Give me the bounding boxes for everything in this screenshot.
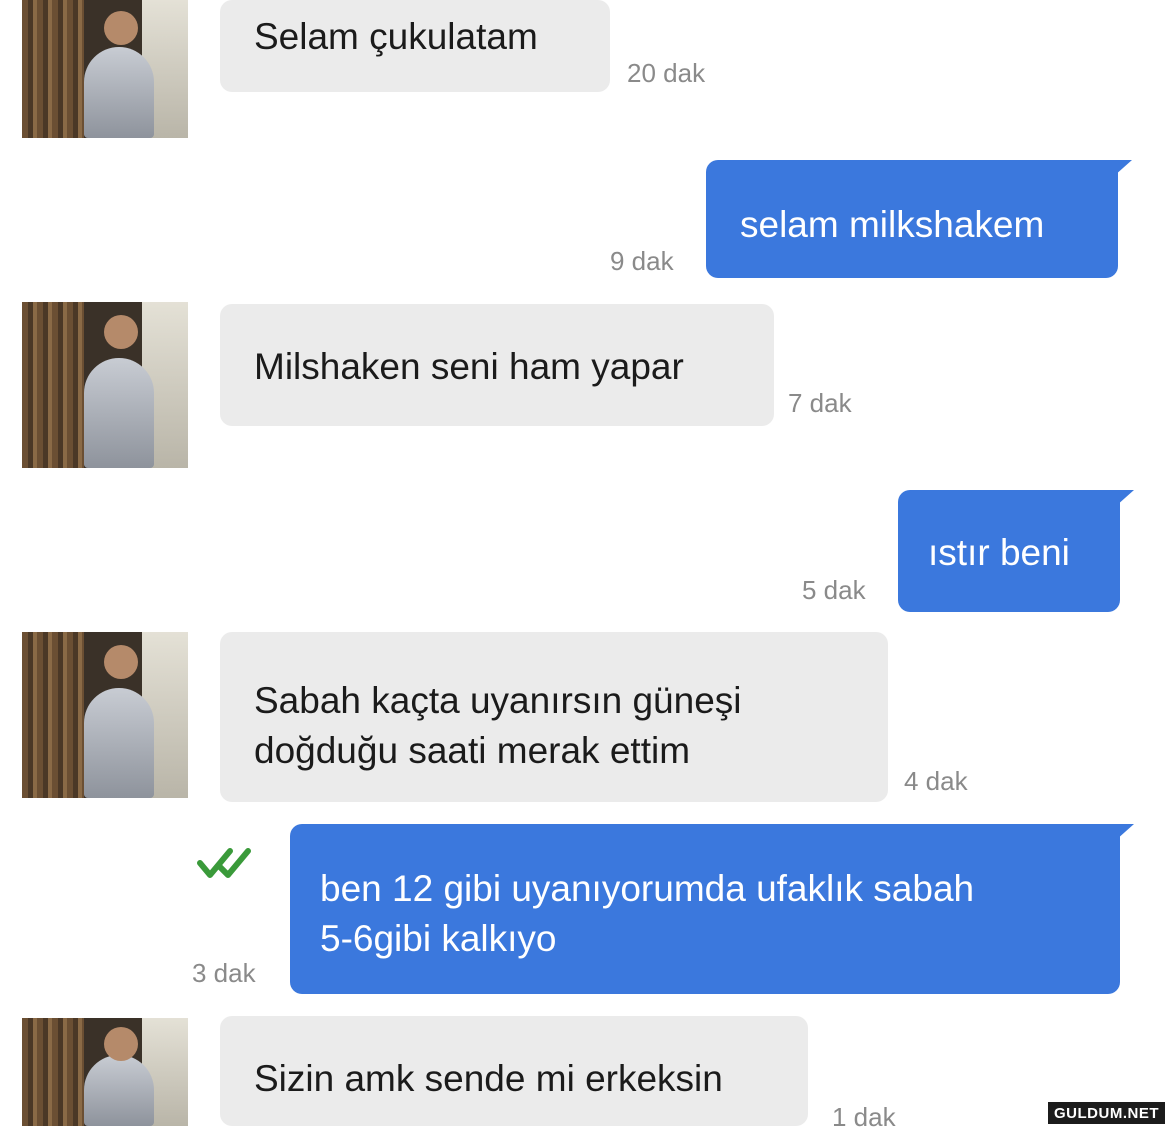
message-text-line-2: 5-6gibi kalkıyo [320,918,557,959]
incoming-message-bubble[interactable]: Sizin amk sende mi erkeksin [220,1016,808,1126]
message-text-line-1: ben 12 gibi uyanıyorumda ufaklık sabah [320,868,975,909]
message-text-line-1: Sabah kaçta uyanırsın güneşi [254,680,742,721]
message-timestamp: 7 dak [788,388,852,418]
message-timestamp: 4 dak [904,766,968,796]
outgoing-message-bubble[interactable]: ıstır beni [898,490,1134,612]
contact-avatar[interactable] [22,302,188,468]
message-timestamp: 3 dak [192,958,256,988]
outgoing-message-bubble[interactable]: selam milkshakem [706,160,1132,278]
contact-avatar[interactable] [22,0,188,138]
message-timestamp: 5 dak [802,575,866,605]
incoming-message-bubble[interactable]: Sabah kaçta uyanırsın güneşi doğduğu saa… [220,632,888,802]
message-timestamp: 1 dak [832,1102,896,1132]
outgoing-message-bubble[interactable]: ben 12 gibi uyanıyorumda ufaklık sabah 5… [290,824,1134,994]
message-text: ıstır beni [928,532,1070,573]
message-text: Milshaken seni ham yapar [254,346,684,387]
double-check-icon [197,848,251,878]
contact-avatar[interactable] [22,632,188,798]
message-text-line-2: doğduğu saati merak ettim [254,730,691,771]
incoming-message-bubble[interactable]: Selam çukulatam [220,0,610,92]
contact-avatar[interactable] [22,1018,188,1126]
incoming-message-bubble[interactable]: Milshaken seni ham yapar [220,304,774,426]
message-text: Selam çukulatam [254,16,538,57]
watermark-label: GULDUM.NET [1048,1102,1165,1124]
message-timestamp: 9 dak [610,246,674,276]
message-timestamp: 20 dak [627,58,706,88]
message-text: selam milkshakem [740,204,1045,245]
message-text: Sizin amk sende mi erkeksin [254,1058,723,1099]
